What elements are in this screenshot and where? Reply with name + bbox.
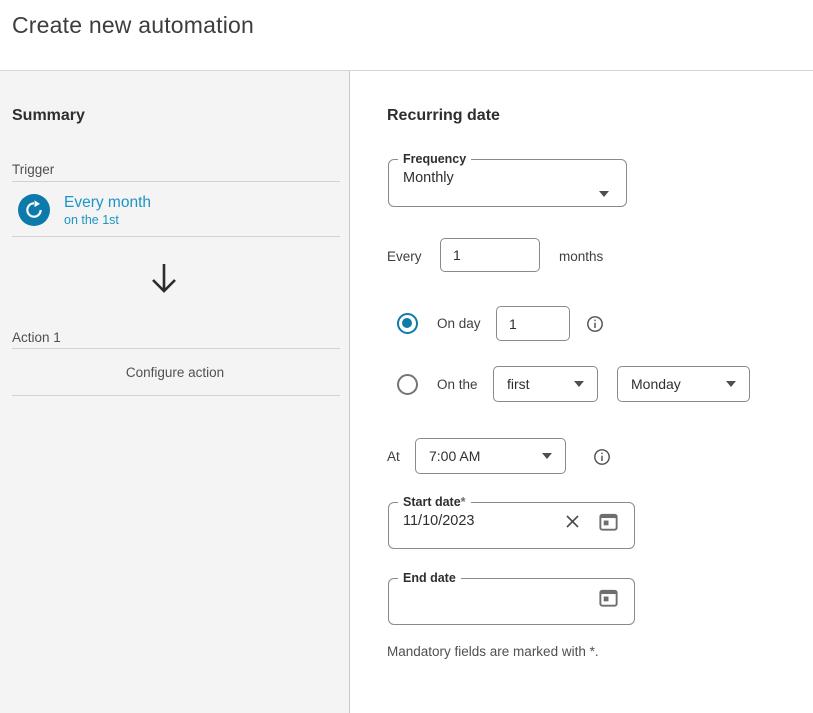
on-day-label: On day <box>437 316 481 331</box>
down-arrow-icon <box>148 261 180 302</box>
ordinal-select[interactable]: first <box>493 366 598 402</box>
frequency-label: Frequency <box>398 152 471 167</box>
time-select[interactable]: 7:00 AM <box>415 438 566 474</box>
frequency-select[interactable]: Frequency Monthly <box>388 152 627 207</box>
trigger-summary-item[interactable]: Every month on the 1st <box>18 193 338 233</box>
info-icon[interactable] <box>593 448 611 471</box>
weekday-select[interactable]: Monday <box>617 366 750 402</box>
end-date-label: End date <box>398 571 461 586</box>
on-the-label: On the <box>437 377 478 392</box>
recurring-date-form: Recurring date Frequency Monthly Every m… <box>351 71 813 713</box>
ordinal-value: first <box>507 376 530 392</box>
divider <box>12 395 340 396</box>
trigger-section-label: Trigger <box>12 162 54 177</box>
start-date-value[interactable]: 11/10/2023 <box>403 513 565 529</box>
clear-icon[interactable] <box>565 514 580 529</box>
calendar-icon[interactable] <box>597 586 620 609</box>
day-of-month-input[interactable] <box>496 306 570 341</box>
recurrence-icon <box>18 194 50 226</box>
time-value: 7:00 AM <box>429 448 480 464</box>
at-label: At <box>387 449 400 464</box>
chevron-down-icon <box>574 381 584 387</box>
start-date-label: Start date <box>403 495 461 509</box>
start-date-field[interactable]: Start date* 11/10/2023 <box>388 495 635 549</box>
divider <box>12 236 340 237</box>
months-label: months <box>559 249 603 264</box>
frequency-value: Monthly <box>403 170 454 186</box>
create-automation-dialog: Create new automation Summary Trigger Ev… <box>0 0 813 713</box>
chevron-down-icon <box>542 453 552 459</box>
required-marker: * <box>461 495 466 509</box>
every-label: Every <box>387 249 422 264</box>
chevron-down-icon <box>599 191 609 197</box>
info-icon[interactable] <box>586 315 604 338</box>
on-day-radio[interactable] <box>397 313 418 334</box>
end-date-field[interactable]: End date <box>388 571 635 625</box>
divider <box>12 348 340 349</box>
trigger-title: Every month <box>64 193 151 212</box>
weekday-value: Monday <box>631 376 681 392</box>
summary-heading: Summary <box>12 107 85 125</box>
configure-action-placeholder: Configure action <box>0 365 350 380</box>
interval-input[interactable] <box>440 238 540 272</box>
summary-panel: Summary Trigger Every month on the 1st A… <box>0 71 350 713</box>
chevron-down-icon <box>726 381 736 387</box>
on-the-radio[interactable] <box>397 374 418 395</box>
calendar-icon[interactable] <box>597 510 620 533</box>
action-section-label: Action 1 <box>12 330 61 345</box>
form-heading: Recurring date <box>387 107 500 125</box>
trigger-subtitle: on the 1st <box>64 212 151 228</box>
page-title: Create new automation <box>12 12 254 39</box>
divider <box>12 181 340 182</box>
mandatory-fields-note: Mandatory fields are marked with *. <box>387 644 599 659</box>
